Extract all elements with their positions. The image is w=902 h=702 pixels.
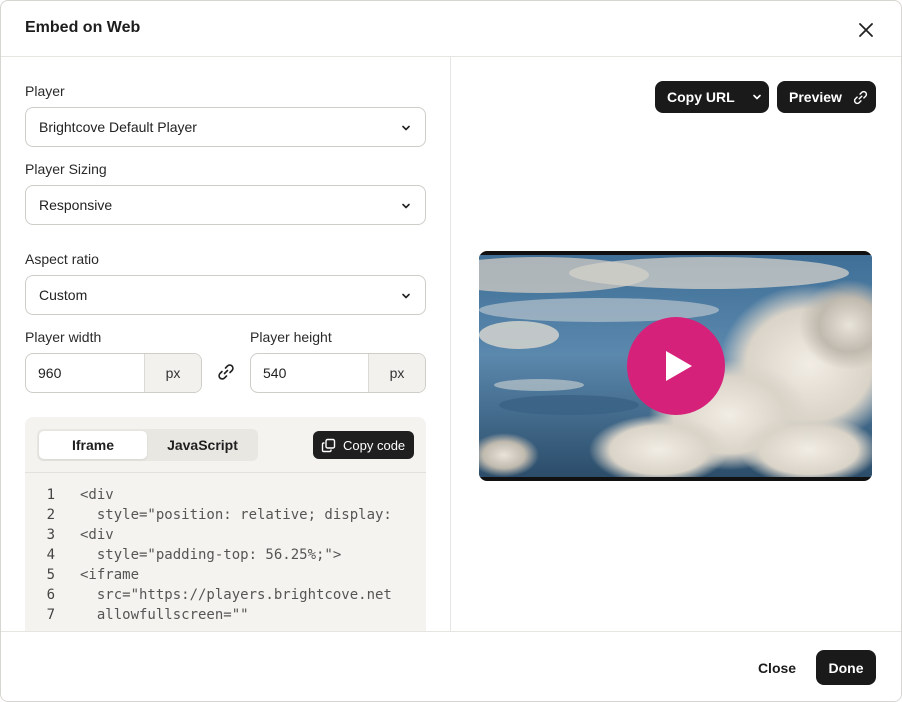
chevron-down-icon <box>402 125 410 131</box>
code-line: 6 src="https://players.brightcove.net <box>25 585 426 605</box>
copy-url-label: Copy URL <box>667 89 735 105</box>
tab-javascript[interactable]: JavaScript <box>149 431 256 459</box>
code-line: 2 style="position: relative; display: <box>25 505 426 525</box>
code-toolbar: Iframe JavaScript Copy code <box>25 417 426 473</box>
line-number: 7 <box>46 607 55 623</box>
line-number: 4 <box>46 547 55 563</box>
player-width-input[interactable]: 960 <box>26 354 144 392</box>
chevron-down-icon <box>402 293 410 299</box>
code-text: style="padding-top: 56.25%;"> <box>80 547 342 563</box>
player-height-field[interactable]: 540 px <box>250 353 426 393</box>
code-line: 4 style="padding-top: 56.25%;"> <box>25 545 426 565</box>
player-sizing-select[interactable]: Responsive <box>25 185 426 225</box>
code-text: <iframe <box>80 567 140 583</box>
player-width-unit: px <box>144 354 201 392</box>
code-text: style="position: relative; display: <box>80 507 392 523</box>
code-text: src="https://players.brightcove.net <box>80 587 392 603</box>
player-label: Player <box>25 83 65 99</box>
player-sizing-label: Player Sizing <box>25 161 107 177</box>
link-icon <box>853 90 868 104</box>
dialog-footer: Close Done <box>1 631 901 701</box>
line-number: 5 <box>46 567 55 583</box>
code-line: 1 <div <box>25 485 426 505</box>
aspect-ratio-select[interactable]: Custom <box>25 275 426 315</box>
dialog-header: Embed on Web <box>1 1 901 57</box>
chevron-down-icon <box>752 94 761 100</box>
code-type-toggle: Iframe JavaScript <box>37 429 258 461</box>
code-text: <div <box>80 487 114 503</box>
player-height-label: Player height <box>250 329 332 345</box>
player-height-input[interactable]: 540 <box>251 354 368 392</box>
player-width-field[interactable]: 960 px <box>25 353 202 393</box>
embed-dialog: Embed on Web Player Brightcove Default P… <box>0 0 902 702</box>
line-number: 1 <box>46 487 55 503</box>
code-line: 5 <iframe <box>25 565 426 585</box>
line-number: 6 <box>46 587 55 603</box>
done-button[interactable]: Done <box>816 650 876 685</box>
aspect-ratio-label: Aspect ratio <box>25 251 99 267</box>
code-block: 1 <div 2 style="position: relative; displ… <box>25 485 426 625</box>
player-select[interactable]: Brightcove Default Player <box>25 107 426 147</box>
copy-code-button[interactable]: Copy code <box>313 431 414 459</box>
play-button[interactable] <box>627 317 725 415</box>
play-icon <box>666 351 692 381</box>
player-sizing-value: Responsive <box>39 197 113 213</box>
code-text: <div <box>80 527 114 543</box>
preview-label: Preview <box>789 89 842 105</box>
player-select-value: Brightcove Default Player <box>39 119 197 135</box>
line-number: 3 <box>46 527 55 543</box>
preview-panel: Copy URL Preview <box>451 57 901 631</box>
code-line: 7 allowfullscreen="" <box>25 605 426 625</box>
close-icon[interactable] <box>855 19 877 41</box>
copy-url-button[interactable]: Copy URL <box>655 81 769 113</box>
settings-panel: Player Brightcove Default Player Player … <box>1 57 451 631</box>
embed-code-panel: Iframe JavaScript Copy code 1 <div 2 styl… <box>25 417 426 631</box>
aspect-ratio-value: Custom <box>39 287 88 303</box>
code-text: allowfullscreen="" <box>80 607 249 623</box>
code-line: 3 <div <box>25 525 426 545</box>
player-height-unit: px <box>368 354 425 392</box>
link-icon[interactable] <box>216 362 236 382</box>
copy-code-label: Copy code <box>343 437 406 453</box>
copy-icon <box>321 438 336 452</box>
dialog-title: Embed on Web <box>25 19 141 36</box>
close-button[interactable]: Close <box>749 651 805 685</box>
preview-button[interactable]: Preview <box>777 81 876 113</box>
chevron-down-icon <box>402 203 410 209</box>
line-number: 2 <box>46 507 55 523</box>
player-width-label: Player width <box>25 329 102 345</box>
tab-iframe[interactable]: Iframe <box>39 431 147 459</box>
video-preview[interactable] <box>479 251 872 481</box>
